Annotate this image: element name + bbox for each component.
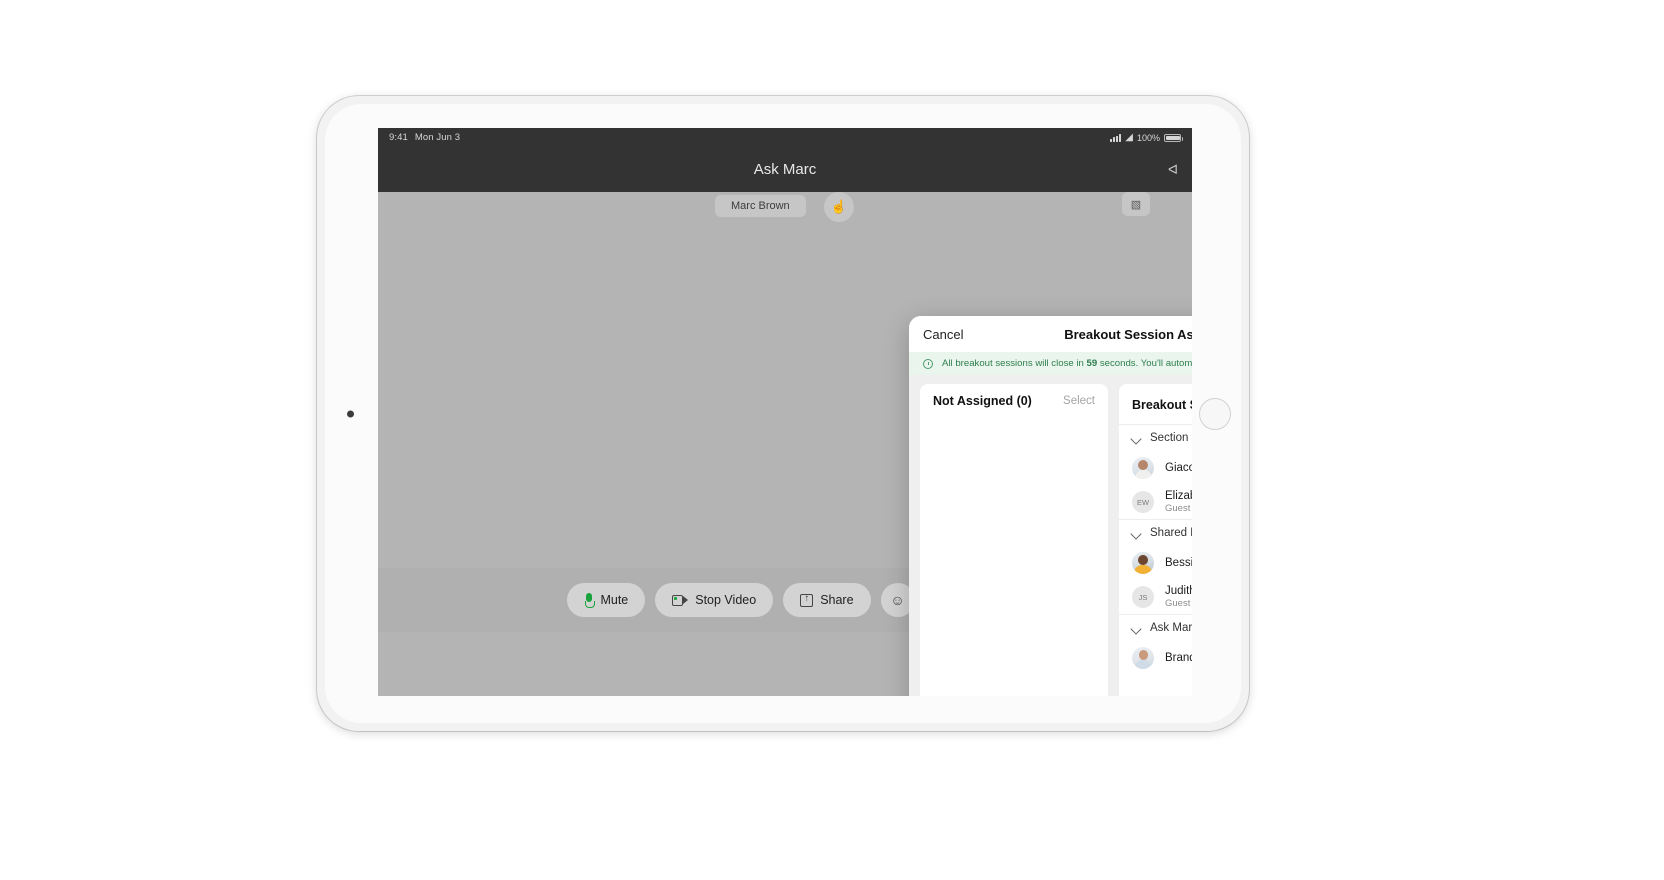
participant-name: Giacomo Edwards [1165,462,1192,474]
avatar: EW [1132,491,1154,513]
participants-icon: ☺ [890,592,905,608]
stop-video-label: Stop Video [695,593,757,607]
list-item[interactable]: JS Judith Simons Guest [1119,580,1192,614]
banner-text-before: All breakout sessions will close in [942,358,1084,369]
wifi-icon: ◢ [1125,132,1133,143]
participant-role: Guest [1165,503,1191,514]
breakout-sessions-header: Breakout Sessions (3) Add Session [1119,384,1192,424]
breakout-sessions-list: Section Discussion (2) ⋯ Giacomo Edwards… [1119,424,1192,696]
countdown-banner: All breakout sessions will close in 59 s… [909,352,1192,375]
session-group-header[interactable]: Section Discussion (2) ⋯ [1119,424,1192,451]
chevron-down-icon[interactable] [1132,434,1141,443]
dialog-body: Not Assigned (0) Select Breakout Session… [909,375,1192,696]
mute-label: Mute [600,593,629,607]
participant-role: Guest [1165,598,1191,609]
banner-countdown-value: 59 [1086,358,1098,369]
countdown-banner-text: All breakout sessions will close in 59 s… [942,358,1192,369]
breakout-sessions-panel: Breakout Sessions (3) Add Session Sectio… [1119,384,1192,696]
select-button[interactable]: Select [1063,395,1095,407]
session-group-header[interactable]: Ask Marc (2) ⋯ [1119,614,1192,641]
participant-name: Judith Simons [1165,585,1192,597]
ipad-device-frame: 9:41 Mon Jun 3 ◢ 100% Ask Marc ᐊ Marc Br… [317,96,1249,731]
avatar: JS [1132,586,1154,608]
banner-text-after: seconds. You'll automatically return to … [1099,358,1192,369]
chevron-down-icon[interactable] [1132,529,1141,538]
cancel-button[interactable]: Cancel [923,327,963,342]
share-screen-icon [800,592,814,607]
participant-name: Brandon Burke [1165,652,1192,664]
battery-percent-label: 100% [1136,132,1160,143]
list-item[interactable]: Bessie Alexander [1119,546,1192,580]
share-label: Share [820,593,854,607]
stop-video-button[interactable]: Stop Video [655,583,774,617]
microphone-icon [584,593,595,608]
chevron-down-icon[interactable] [1132,624,1141,633]
not-assigned-panel: Not Assigned (0) Select [920,384,1108,696]
session-group-header[interactable]: Shared Resources (2) ⋯ [1119,519,1192,546]
self-name-pill: Marc Brown [715,195,806,217]
status-time: 9:41 [389,132,408,143]
not-assigned-title: Not Assigned (0) [933,394,1032,408]
participant-name: Bessie Alexander [1165,557,1192,569]
meeting-title: Ask Marc [753,161,817,178]
list-item[interactable]: Brandon Burke [1119,641,1192,675]
meeting-title-bar: Ask Marc ᐊ [378,147,1192,192]
list-item[interactable]: EW Elizabeth Wu Guest [1119,485,1192,519]
layout-view-icon[interactable]: ▧ [1122,192,1150,216]
session-group-name: Section Discussion (2) [1150,432,1192,444]
share-button[interactable]: Share [783,583,871,617]
avatar [1132,457,1154,479]
raise-hand-icon[interactable]: ☝ [824,192,854,222]
avatar [1132,647,1154,669]
list-item[interactable]: Giacomo Edwards [1119,451,1192,485]
dialog-header: Cancel Breakout Session Assignments ⚙ [909,316,1192,352]
device-screen: 9:41 Mon Jun 3 ◢ 100% Ask Marc ᐊ Marc Br… [378,128,1192,696]
bluetooth-icon: ᐊ [1168,161,1178,177]
breakout-session-assignments-dialog: Cancel Breakout Session Assignments ⚙ Al… [909,316,1192,696]
participant-name: Elizabeth Wu [1165,490,1192,502]
front-camera-icon [347,410,354,417]
mute-button[interactable]: Mute [567,583,646,617]
avatar [1132,552,1154,574]
session-group-name: Ask Marc (2) [1150,622,1192,634]
not-assigned-list [920,416,1108,696]
battery-icon [1164,133,1183,142]
session-group-name: Shared Resources (2) [1150,527,1192,539]
breakout-sessions-title: Breakout Sessions (3) [1132,398,1192,412]
cellular-signal-icon [1109,133,1122,142]
camera-icon [672,594,689,606]
clock-icon [923,358,933,369]
home-button[interactable] [1199,397,1231,430]
status-date: Mon Jun 3 [414,132,461,143]
not-assigned-header: Not Assigned (0) Select [920,384,1108,416]
status-bar: 9:41 Mon Jun 3 ◢ 100% [378,128,1192,147]
